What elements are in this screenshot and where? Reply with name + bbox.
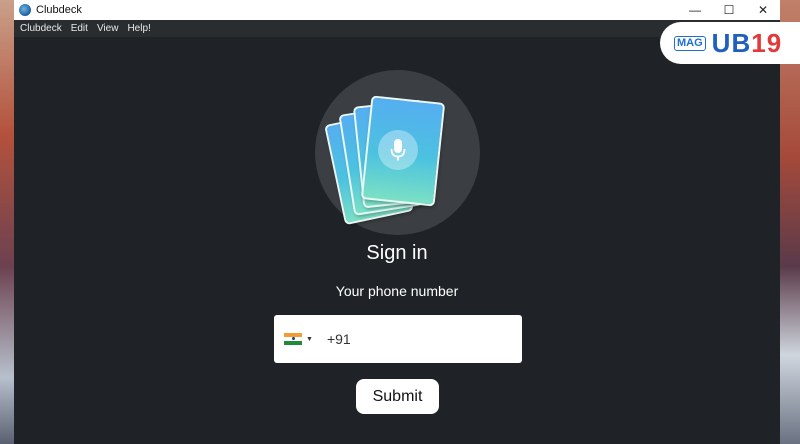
- maximize-button[interactable]: ☐: [712, 0, 746, 20]
- desktop-wallpaper-right: [780, 0, 800, 444]
- phone-number-label: Your phone number: [335, 283, 459, 299]
- phone-number-field: ▼: [274, 315, 522, 363]
- submit-button[interactable]: Submit: [356, 379, 439, 414]
- window-controls: — ☐ ✕: [678, 0, 780, 20]
- caret-down-icon: ▼: [306, 335, 313, 343]
- phone-number-input[interactable]: [326, 331, 497, 347]
- watermark-prefix: MAG: [674, 35, 706, 51]
- menu-item-view[interactable]: View: [97, 23, 119, 34]
- signin-screen: Sign in Your phone number ▼ Submit: [14, 37, 780, 444]
- clubdeck-app-icon: [19, 4, 31, 16]
- watermark-logo: MAG UB19: [660, 22, 800, 64]
- app-window: Clubdeck — ☐ ✕ Clubdeck Edit View Help! …: [14, 0, 780, 444]
- window-title: Clubdeck: [36, 4, 82, 16]
- india-flag-icon: [284, 332, 302, 346]
- page-title: Sign in: [366, 242, 428, 264]
- desktop-wallpaper-left: [0, 0, 14, 444]
- title-bar: Clubdeck — ☐ ✕: [14, 0, 780, 20]
- minimize-button[interactable]: —: [678, 0, 712, 20]
- microphone-icon: [378, 130, 418, 170]
- menu-item-clubdeck[interactable]: Clubdeck: [20, 23, 62, 34]
- watermark-number: UB19: [711, 27, 783, 58]
- menu-item-help[interactable]: Help!: [127, 23, 150, 34]
- country-code-dropdown[interactable]: ▼: [284, 315, 313, 363]
- close-button[interactable]: ✕: [746, 0, 780, 20]
- menu-item-edit[interactable]: Edit: [71, 23, 88, 34]
